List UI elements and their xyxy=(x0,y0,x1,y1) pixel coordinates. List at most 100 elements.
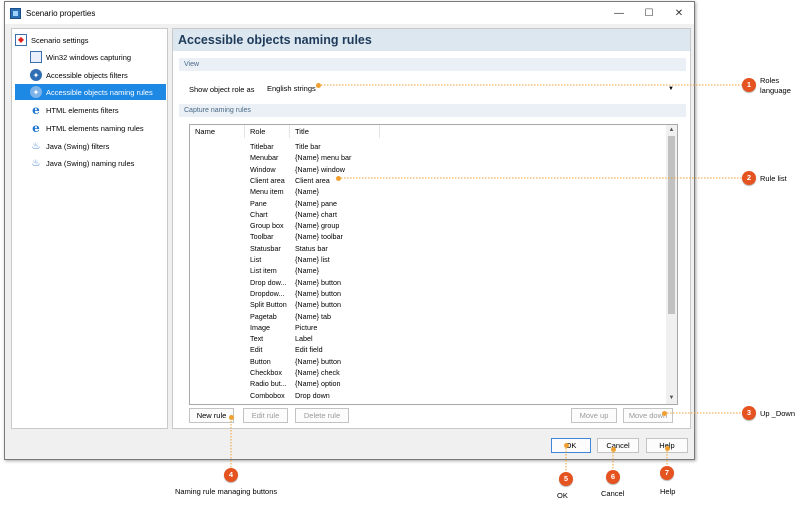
cell-name xyxy=(190,311,245,322)
leader-dot xyxy=(611,447,616,452)
table-row[interactable]: Split Button {Name} button xyxy=(190,299,665,310)
leader-dot xyxy=(229,415,234,420)
table-row[interactable]: List item {Name} xyxy=(190,265,665,276)
rule-list[interactable]: Name Role Title Titlebar Title bar Menubar… xyxy=(189,124,678,405)
cell-title: {Name} button xyxy=(295,277,341,287)
cell-name xyxy=(190,288,245,299)
cell-title: {Name} xyxy=(295,266,319,276)
delete-rule-button[interactable]: Delete rule xyxy=(295,408,349,423)
maximize-button[interactable]: ☐ xyxy=(634,2,664,24)
cell-title: {Name} chart xyxy=(295,209,337,219)
cell-title: {Name} tab xyxy=(295,311,331,321)
tree-item-label: Win32 windows capturing xyxy=(46,52,132,62)
table-row[interactable]: Pane {Name} pane xyxy=(190,198,665,209)
move-up-button[interactable]: Move up xyxy=(571,408,617,423)
cell-name xyxy=(190,390,245,401)
cell-role: List item xyxy=(250,266,277,276)
table-row[interactable]: Window {Name} window xyxy=(190,164,665,175)
role-language-select[interactable]: English strings ▼ xyxy=(263,82,677,96)
callout-6: 6 xyxy=(606,470,620,484)
tree-item-win32-capturing[interactable]: Win32 windows capturing xyxy=(30,49,165,65)
tree-item-java-filters[interactable]: ♨ Java (Swing) filters xyxy=(30,138,165,154)
cell-title: Status bar xyxy=(295,243,328,253)
table-row[interactable]: Text Label xyxy=(190,333,665,344)
cell-name xyxy=(190,141,245,152)
table-row[interactable]: Drop dow... {Name} button xyxy=(190,277,665,288)
cell-name xyxy=(190,356,245,367)
tree-item-label: HTML elements filters xyxy=(46,105,119,115)
table-row[interactable]: List {Name} list xyxy=(190,254,665,265)
tree-item-accessible-naming-rules[interactable]: ✦ Accessible objects naming rules xyxy=(15,84,166,100)
table-row[interactable]: Menubar {Name} menu bar xyxy=(190,152,665,163)
rule-list-scrollbar[interactable]: ▲ ▼ xyxy=(666,125,677,404)
page-title: Accessible objects naming rules xyxy=(173,29,690,51)
cell-name xyxy=(190,152,245,163)
table-row[interactable]: Statusbar Status bar xyxy=(190,243,665,254)
cell-title: {Name} group xyxy=(295,221,340,231)
cell-role: Menu item xyxy=(250,187,284,197)
callout-5-label: OK xyxy=(557,491,568,500)
ok-button[interactable]: OK xyxy=(551,438,591,453)
tree-item-java-naming-rules[interactable]: ♨ Java (Swing) naming rules xyxy=(30,155,165,171)
cell-name xyxy=(190,378,245,389)
table-row[interactable]: Button {Name} button xyxy=(190,356,665,367)
tree-item-scenario-settings[interactable]: ◆ Scenario settings xyxy=(15,32,165,48)
view-section-header: View xyxy=(179,58,686,71)
title-bar[interactable]: Scenario properties — ☐ ✕ xyxy=(5,2,694,24)
scroll-down-icon[interactable]: ▼ xyxy=(666,393,677,404)
table-row[interactable]: Dropdow... {Name} button xyxy=(190,288,665,299)
callout-7-label: Help xyxy=(660,487,676,496)
table-row[interactable]: Checkbox {Name} check xyxy=(190,367,665,378)
cell-title: Client area xyxy=(295,175,330,185)
cell-title: {Name} button xyxy=(295,288,341,298)
callout-1: 1 xyxy=(742,78,756,92)
table-row[interactable]: Titlebar Title bar xyxy=(190,141,665,152)
tree-item-html-filters[interactable]: e HTML elements filters xyxy=(30,102,165,118)
cell-name xyxy=(190,164,245,175)
table-row[interactable]: Client area Client area xyxy=(190,175,665,186)
callout-7: 7 xyxy=(660,466,674,480)
table-row[interactable]: Pagetab {Name} tab xyxy=(190,311,665,322)
tree-item-accessible-filters[interactable]: ✦ Accessible objects filters xyxy=(30,67,165,83)
close-button[interactable]: ✕ xyxy=(664,2,694,24)
cell-role: Split Button xyxy=(250,300,287,310)
table-row[interactable]: Image Picture xyxy=(190,322,665,333)
cell-role: Image xyxy=(250,322,270,332)
column-header-role[interactable]: Role xyxy=(245,125,290,138)
column-header-title[interactable]: Title xyxy=(290,125,380,138)
table-row[interactable]: Combobox Drop down xyxy=(190,390,665,401)
cell-name xyxy=(190,243,245,254)
table-row[interactable]: Chart {Name} chart xyxy=(190,209,665,220)
cancel-button[interactable]: Cancel xyxy=(597,438,639,453)
app-icon xyxy=(10,7,21,19)
column-header-name[interactable]: Name xyxy=(190,125,245,138)
table-row[interactable]: Toolbar {Name} toolbar xyxy=(190,231,665,242)
tree-item-html-naming-rules[interactable]: e HTML elements naming rules xyxy=(30,120,165,136)
cell-title: {Name} window xyxy=(295,164,345,174)
tree-item-label: Accessible objects naming rules xyxy=(46,87,153,97)
table-row[interactable]: Menu item {Name} xyxy=(190,186,665,197)
cell-title: {Name} button xyxy=(295,300,341,310)
cell-role: Radio but... xyxy=(250,379,287,389)
ie-icon: e xyxy=(32,103,40,117)
cell-role: Titlebar xyxy=(250,142,274,151)
edit-rule-button[interactable]: Edit rule xyxy=(243,408,288,423)
scenario-properties-dialog: Scenario properties — ☐ ✕ ◆ Scenario set… xyxy=(4,1,695,460)
cell-title: {Name} menu bar xyxy=(295,153,352,163)
table-row[interactable]: Radio but... {Name} option xyxy=(190,378,665,389)
cell-role: Toolbar xyxy=(250,232,274,242)
cell-name xyxy=(190,209,245,220)
callout-4-label: Naming rule managing buttons xyxy=(175,487,278,496)
table-row[interactable]: Group box {Name} group xyxy=(190,220,665,231)
window-icon xyxy=(30,51,42,63)
cell-title: {Name} pane xyxy=(295,198,337,208)
callout-2: 2 xyxy=(742,171,756,185)
scroll-up-icon[interactable]: ▲ xyxy=(666,125,677,136)
cell-name xyxy=(190,175,245,186)
cell-role: Statusbar xyxy=(250,243,281,253)
leader-dot xyxy=(662,411,667,416)
table-row[interactable]: Edit Edit field xyxy=(190,344,665,355)
minimize-button[interactable]: — xyxy=(604,2,634,24)
new-rule-button[interactable]: New rule xyxy=(189,408,234,423)
scrollbar-thumb[interactable] xyxy=(668,136,675,314)
